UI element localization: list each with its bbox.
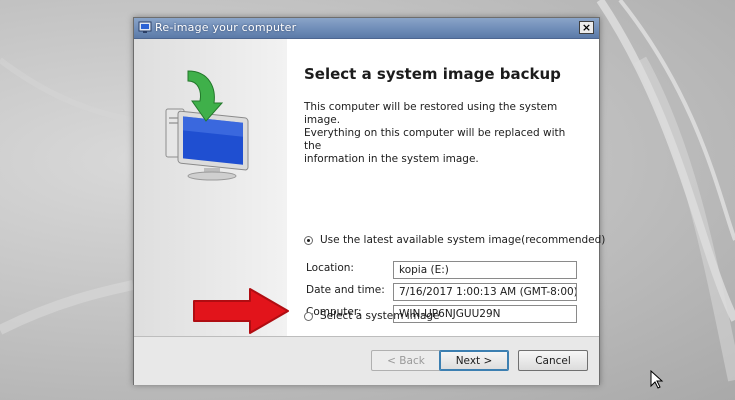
radio-label: Use the latest available system image(re…: [320, 234, 606, 246]
location-label: Location:: [306, 262, 354, 274]
description-line: information in the system image.: [304, 153, 479, 165]
page-description: This computer will be restored using the…: [304, 101, 566, 166]
window-title: Re-image your computer: [155, 21, 297, 34]
wizard-content: Select a system image backup This comput…: [287, 39, 605, 336]
radio-button-unchecked[interactable]: [304, 311, 313, 321]
close-button[interactable]: ×: [579, 21, 594, 34]
next-button[interactable]: Next >: [439, 350, 509, 371]
back-button[interactable]: < Back: [371, 350, 441, 371]
mouse-cursor-icon: [650, 370, 664, 389]
backup-restore-icon: [138, 21, 152, 33]
wizard-footer: < Back Next > Cancel: [134, 336, 599, 385]
description-line: This computer will be restored using the…: [304, 101, 558, 126]
radio-button-checked[interactable]: [304, 235, 313, 245]
radio-select-system-image[interactable]: Select a system image: [304, 310, 440, 322]
datetime-field: 7/16/2017 1:00:13 AM (GMT-8:00): [393, 283, 577, 301]
red-arrow-icon: [193, 288, 289, 334]
radio-label: Select a system image: [320, 310, 440, 322]
page-title: Select a system image backup: [304, 65, 561, 83]
datetime-label: Date and time:: [306, 284, 385, 296]
cancel-button[interactable]: Cancel: [518, 350, 588, 371]
radio-use-latest-image[interactable]: Use the latest available system image(re…: [304, 234, 605, 246]
description-line: Everything on this computer will be repl…: [304, 127, 566, 152]
monitor-restore-icon: [165, 70, 249, 181]
location-field: kopia (E:): [393, 261, 577, 279]
title-bar[interactable]: Re-image your computer ×: [134, 18, 599, 39]
